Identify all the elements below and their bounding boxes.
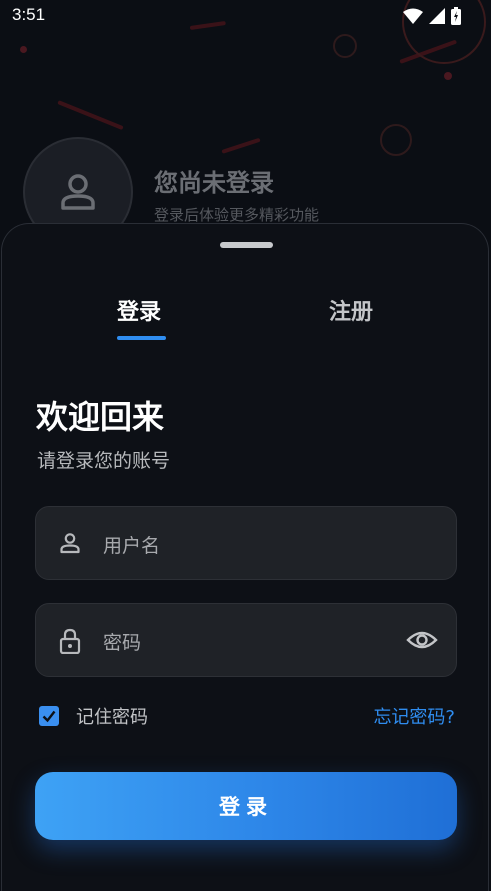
status-bar: 3:51 — [0, 0, 491, 32]
profile-header: 您尚未登录 登录后体验更多精彩功能 — [0, 130, 491, 247]
login-button-label: 登录 — [219, 795, 273, 819]
password-placeholder: 密码 — [103, 632, 142, 654]
eye-icon[interactable] — [406, 628, 438, 652]
not-logged-in-subtitle: 登录后体验更多精彩功能 — [154, 206, 320, 224]
user-icon — [61, 174, 95, 210]
wifi-icon — [403, 8, 423, 24]
forgot-password-link[interactable]: 忘记密码? — [373, 703, 455, 729]
decor-dot — [444, 72, 452, 80]
lock-icon — [59, 628, 81, 654]
login-sheet: 登录 注册 欢迎回来 请登录您的账号 用户名 密码 记住密码 忘记密码? 登录 — [1, 223, 489, 891]
decor-dot — [20, 46, 27, 53]
status-time: 3:51 — [12, 5, 46, 24]
battery-icon — [451, 7, 461, 25]
username-field[interactable]: 用户名 — [35, 506, 457, 580]
sheet-drag-handle[interactable] — [220, 242, 273, 248]
check-icon — [42, 710, 56, 723]
welcome-title: 欢迎回来 — [36, 398, 165, 436]
signal-icon — [429, 8, 445, 24]
login-button[interactable]: 登录 — [35, 772, 457, 840]
remember-checkbox[interactable] — [39, 706, 59, 726]
username-placeholder: 用户名 — [103, 535, 161, 557]
decor-line — [57, 100, 124, 131]
not-logged-in-title: 您尚未登录 — [154, 169, 274, 197]
remember-label[interactable]: 记住密码 — [76, 703, 148, 729]
decor-ring — [333, 34, 357, 58]
status-icons — [403, 7, 461, 25]
user-icon — [60, 533, 80, 554]
tab-register[interactable]: 注册 — [329, 294, 373, 326]
tab-active-indicator — [117, 336, 166, 340]
tab-login[interactable]: 登录 — [117, 294, 161, 326]
remember-password[interactable]: 记住密码 — [39, 703, 148, 729]
password-field[interactable]: 密码 — [35, 603, 457, 677]
welcome-subtitle: 请登录您的账号 — [37, 450, 171, 472]
